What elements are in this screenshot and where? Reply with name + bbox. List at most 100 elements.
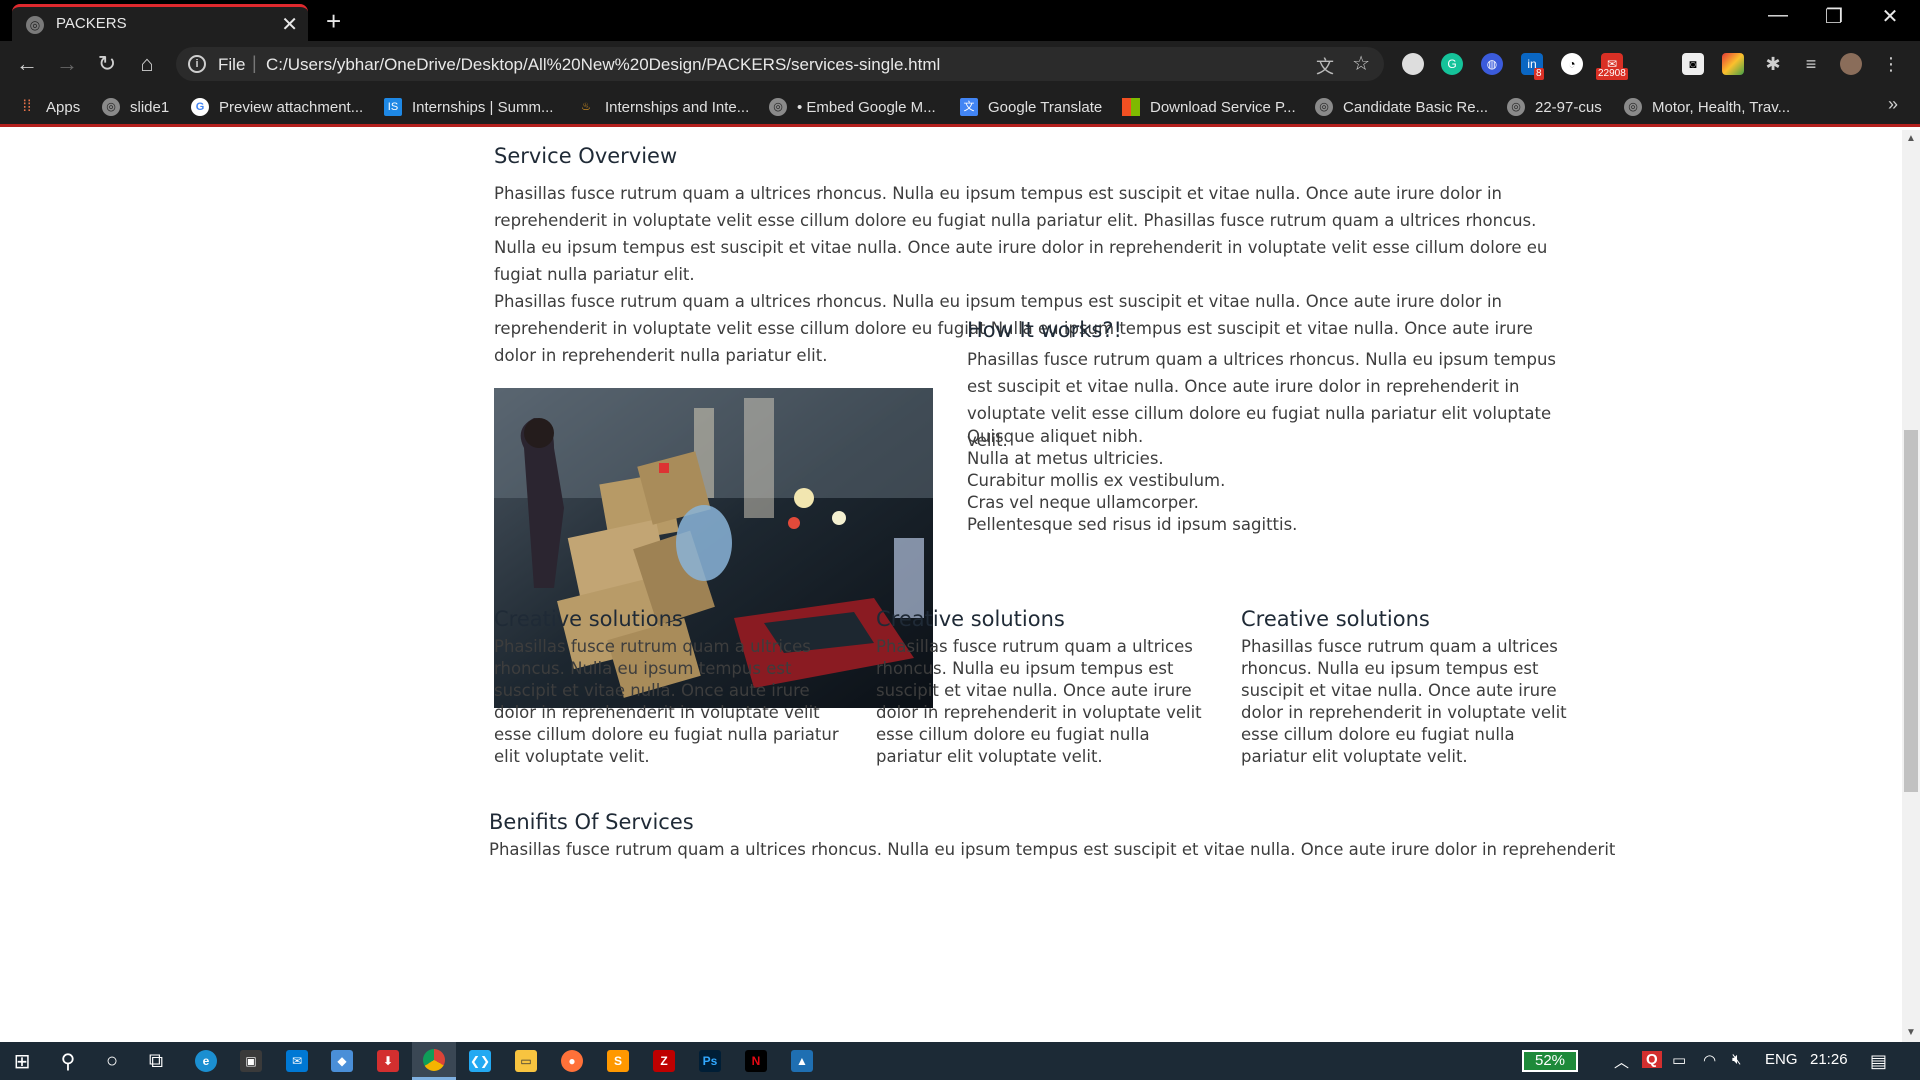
page-scrollbar[interactable]: ▲ ▼ [1902, 130, 1920, 1042]
globe-icon: ◎ [769, 98, 787, 116]
bookmark-preview-attachment[interactable]: G Preview attachment... [191, 96, 363, 118]
profile-avatar[interactable] [1840, 53, 1862, 75]
windows-start-icon[interactable]: ⊞ [0, 1042, 44, 1080]
search-icon[interactable]: ⚲ [46, 1042, 90, 1080]
reload-icon[interactable]: ↻ [92, 51, 122, 77]
browser-toolbar: ← → ↻ ⌂ i File | C:/Users/ybhar/OneDrive… [0, 41, 1920, 87]
scroll-down-arrow-icon[interactable]: ▼ [1902, 1024, 1920, 1042]
url-separator: | [252, 53, 257, 73]
bookmarks-overflow-icon[interactable]: » [1888, 94, 1898, 115]
bookmark-label: Internships and Inte... [605, 98, 750, 116]
home-icon[interactable]: ⌂ [132, 51, 162, 77]
close-tab-icon[interactable]: ✕ [281, 12, 298, 37]
clock[interactable]: 21:26 [1810, 1051, 1848, 1068]
scroll-up-arrow-icon[interactable]: ▲ [1902, 130, 1920, 148]
netflix-taskbar-icon[interactable]: N [734, 1042, 778, 1080]
speed-dial-icon[interactable]: ◔ [1561, 53, 1583, 75]
bookmark-google-translate[interactable]: 文 Google Translate [960, 96, 1102, 118]
sublime-taskbar-icon[interactable]: S [596, 1042, 640, 1080]
extension-colorful-icon[interactable] [1722, 53, 1744, 75]
action-center-icon[interactable]: ▤ [1870, 1051, 1887, 1072]
google-icon: G [191, 98, 209, 116]
minimize-icon[interactable]: — [1750, 4, 1806, 27]
back-arrow-icon[interactable]: ← [12, 51, 42, 77]
address-bar[interactable]: i File | C:/Users/ybhar/OneDrive/Desktop… [176, 47, 1384, 81]
tray-expand-icon[interactable]: ︿ [1614, 1051, 1629, 1072]
globe-icon: ◎ [1315, 98, 1333, 116]
windows-taskbar: ⊞ ⚲ ○ ⧉ e ▣ ✉ ◆ ⬇ ❮❯ ▭ ● S Z Ps N ▲ 52% … [0, 1042, 1920, 1080]
bookmark-apps[interactable]: ⁞⁞ Apps [18, 96, 81, 118]
url-text[interactable]: C:/Users/ybhar/OneDrive/Desktop/All%20Ne… [266, 55, 940, 75]
bookmark-label: Download Service P... [1150, 98, 1296, 116]
wifi-icon[interactable]: ◠ [1703, 1051, 1716, 1069]
battery-icon[interactable]: ▭ [1672, 1051, 1686, 1069]
extension-circle-icon[interactable] [1402, 53, 1424, 75]
apps-grid-icon: ⁞⁞ [22, 98, 32, 115]
bookmark-internships-inte[interactable]: ♨ Internships and Inte... [577, 96, 749, 118]
how-it-works-list: Quisque aliquet nibh. Nulla at metus ult… [967, 426, 1567, 536]
bookmark-slide1[interactable]: ◎ slide1 [102, 96, 169, 118]
bookmark-label: slide1 [130, 98, 170, 116]
translate-icon: 文 [960, 98, 978, 116]
restore-icon[interactable]: ❐ [1806, 4, 1862, 29]
volume-muted-icon[interactable]: 🔇︎ [1732, 1051, 1741, 1068]
photoshop-taskbar-icon[interactable]: Ps [688, 1042, 732, 1080]
app-red-taskbar-icon[interactable]: ⬇ [366, 1042, 410, 1080]
bookmark-label: Internships | Summ... [412, 98, 554, 116]
overview-paragraph-1: Phasillas fusce rutrum quam a ultrices r… [494, 184, 1548, 284]
list-item: Pellentesque sed risus id ipsum sagittis… [967, 515, 1298, 534]
window-close-icon[interactable]: ✕ [1862, 4, 1918, 29]
bookmark-motor-health[interactable]: ◎ Motor, Health, Trav... [1624, 96, 1790, 118]
bookmark-label: 22-97-cus [1535, 98, 1602, 116]
edge-taskbar-icon[interactable]: e [184, 1042, 228, 1080]
microsoft-icon [1122, 98, 1140, 116]
bookmark-candidate-basic[interactable]: ◎ Candidate Basic Re... [1315, 96, 1488, 118]
scroll-thumb[interactable] [1904, 430, 1918, 792]
mail-taskbar-icon[interactable]: ✉ [275, 1042, 319, 1080]
grammarly-icon[interactable]: G [1441, 53, 1463, 75]
cortana-icon[interactable]: ○ [90, 1042, 134, 1080]
bookmark-label: Google Translate [988, 98, 1103, 116]
page-viewport: Service Overview Phasillas fusce rutrum … [0, 130, 1902, 1042]
forward-arrow-icon[interactable]: → [52, 51, 82, 77]
app-taskbar-icon[interactable]: ◆ [320, 1042, 364, 1080]
how-it-works-heading: How It works?! [967, 318, 1122, 342]
vscode-taskbar-icon[interactable]: ❮❯ [458, 1042, 502, 1080]
store-taskbar-icon[interactable]: ▣ [229, 1042, 273, 1080]
list-item: Nulla at metus ultricies. [967, 449, 1164, 468]
new-tab-button[interactable]: + [326, 6, 341, 37]
media-queue-icon[interactable]: ≡ [1800, 53, 1822, 75]
extensions-puzzle-icon[interactable]: ✱ [1762, 53, 1784, 75]
menu-kebab-icon[interactable]: ⋮ [1880, 53, 1902, 75]
bookmark-label: • Embed Google M... [797, 98, 936, 116]
translate-icon[interactable]: 文 [1316, 53, 1334, 79]
globe-icon: ◎ [102, 98, 120, 116]
firefox-taskbar-icon[interactable]: ● [550, 1042, 594, 1080]
globe-icon: ◎ [1507, 98, 1525, 116]
bookmark-22-97-cus[interactable]: ◎ 22-97-cus [1507, 96, 1602, 118]
info-icon[interactable]: i [188, 55, 206, 73]
creative-solutions-text-3: Phasillas fusce rutrum quam a ultrices r… [1241, 637, 1567, 766]
file-explorer-taskbar-icon[interactable]: ▭ [504, 1042, 548, 1080]
linkedin-badge: 8 [1534, 68, 1544, 80]
creative-solutions-heading-1: Creative solutions [494, 607, 683, 631]
task-view-icon[interactable]: ⧉ [134, 1042, 178, 1080]
bookmark-star-icon[interactable]: ☆ [1352, 51, 1370, 76]
bookmark-internships-summ[interactable]: IS Internships | Summ... [384, 96, 553, 118]
photos-taskbar-icon[interactable]: ▲ [780, 1042, 824, 1080]
language-indicator[interactable]: ENG [1765, 1051, 1798, 1068]
browser-tab[interactable]: ◎ PACKERS ✕ [12, 4, 308, 41]
bookmark-label: Preview attachment... [219, 98, 364, 116]
screenshot-extension-icon[interactable]: ◙ [1682, 53, 1704, 75]
bookmark-download-service[interactable]: Download Service P... [1122, 96, 1296, 118]
tray-app-icon[interactable]: Q [1642, 1051, 1662, 1068]
bookmark-embed-google-maps[interactable]: ◎ • Embed Google M... [769, 96, 936, 118]
creative-solutions-text-2: Phasillas fusce rutrum quam a ultrices r… [876, 637, 1202, 766]
extension-swirl-icon[interactable]: ◍ [1481, 53, 1503, 75]
filezilla-taskbar-icon[interactable]: Z [642, 1042, 686, 1080]
creative-solutions-heading-3: Creative solutions [1241, 607, 1430, 631]
battery-percentage[interactable]: 52% [1522, 1050, 1578, 1072]
globe-icon: ◎ [26, 16, 44, 34]
url-scheme: File [218, 55, 246, 74]
chrome-taskbar-icon[interactable] [412, 1042, 456, 1080]
